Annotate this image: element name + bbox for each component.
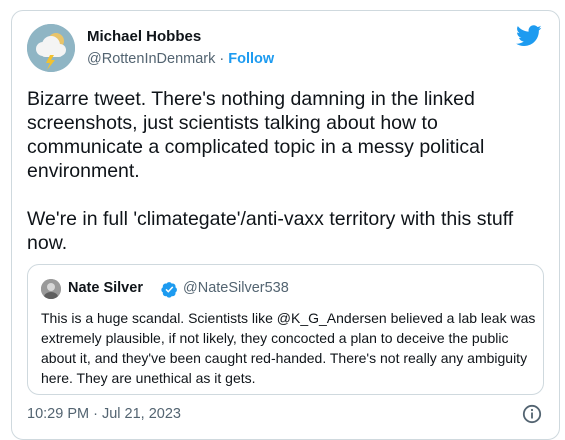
verified-badge-icon [161,282,177,298]
storm-cloud-icon [27,24,75,72]
author-meta: @RottenInDenmark · Follow [87,51,274,67]
follow-button[interactable]: Follow [228,51,274,67]
quoted-tweet-text: This is a huge scandal. Scientists like … [41,310,536,386]
info-icon[interactable] [522,404,542,424]
twitter-bird-icon[interactable] [516,25,542,47]
quoted-avatar-icon [41,279,61,299]
quoted-author-handle: @NateSilver538 [183,280,289,296]
author-name[interactable]: Michael Hobbes [87,28,201,45]
meta-separator: · [219,51,225,67]
quoted-author-avatar [41,279,61,299]
quoted-tweet[interactable]: Nate Silver @NateSilver538 This is a hug… [27,264,544,395]
quoted-author-name: Nate Silver [68,280,143,296]
embedded-tweet-card: Michael Hobbes @RottenInDenmark · Follow… [11,10,560,440]
tweet-body: Bizarre tweet. There's nothing damning i… [27,87,542,255]
tweet-paragraph: We're in full 'climategate'/anti-vaxx te… [27,208,514,254]
author-avatar[interactable] [27,24,75,72]
tweet-timestamp[interactable]: 10:29 PM · Jul 21, 2023 [27,406,181,422]
author-handle[interactable]: @RottenInDenmark [87,51,215,67]
tweet-paragraph: Bizarre tweet. There's nothing damning i… [27,88,485,182]
